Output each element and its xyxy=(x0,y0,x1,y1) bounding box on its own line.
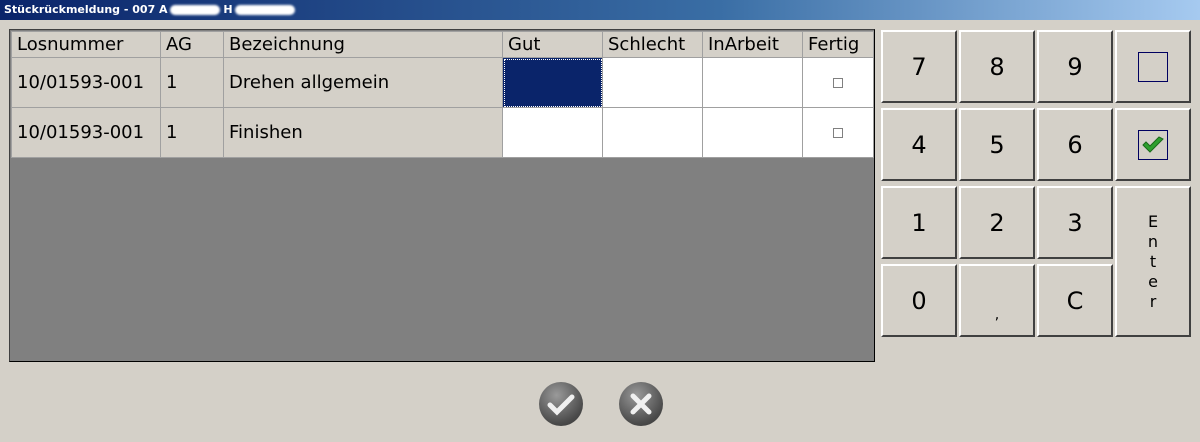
data-grid[interactable]: Losnummer AG Bezeichnung Gut Schlecht In… xyxy=(9,29,875,362)
col-losnummer[interactable]: Losnummer xyxy=(11,31,161,58)
key-1[interactable]: 1 xyxy=(881,186,957,259)
key-5[interactable]: 5 xyxy=(959,108,1035,181)
enter-letter: t xyxy=(1149,251,1157,271)
fertig-checkbox[interactable] xyxy=(833,78,843,88)
key-3[interactable]: 3 xyxy=(1037,186,1113,259)
header-row: Losnummer AG Bezeichnung Gut Schlecht In… xyxy=(11,31,874,58)
key-2[interactable]: 2 xyxy=(959,186,1035,259)
uncheck-button[interactable] xyxy=(1115,30,1191,103)
col-bezeichnung[interactable]: Bezeichnung xyxy=(223,31,503,58)
title-bar: Stückrückmeldung - 007 A H xyxy=(0,0,1200,20)
fertig-checkbox[interactable] xyxy=(833,128,843,138)
losnummer-cell[interactable]: 10/01593-001 xyxy=(11,107,161,158)
col-gut[interactable]: Gut xyxy=(502,31,603,58)
key-clear[interactable]: C xyxy=(1037,264,1113,337)
gut-cell[interactable] xyxy=(502,107,603,158)
enter-button[interactable]: E n t e r xyxy=(1115,186,1191,337)
checkmark-icon xyxy=(547,394,575,416)
key-4[interactable]: 4 xyxy=(881,108,957,181)
key-7[interactable]: 7 xyxy=(881,30,957,103)
key-8[interactable]: 8 xyxy=(959,30,1035,103)
col-schlecht[interactable]: Schlecht xyxy=(602,31,703,58)
check-button[interactable] xyxy=(1115,108,1191,181)
key-comma[interactable]: , xyxy=(959,264,1035,337)
key-9[interactable]: 9 xyxy=(1037,30,1113,103)
close-icon xyxy=(630,393,652,415)
enter-letter: E xyxy=(1147,211,1159,231)
losnummer-cell[interactable]: 10/01593-001 xyxy=(11,57,161,108)
enter-letter: n xyxy=(1147,231,1159,251)
window-title: Stückrückmeldung - 007 A xyxy=(4,3,168,16)
key-0[interactable]: 0 xyxy=(881,264,957,337)
table-row[interactable]: 10/01593-001 1 Drehen allgemein xyxy=(11,57,874,108)
window-title-suffix: H xyxy=(223,3,233,16)
bezeichnung-cell[interactable]: Finishen xyxy=(223,107,503,158)
ok-button[interactable] xyxy=(539,382,583,426)
cancel-button[interactable] xyxy=(619,382,663,426)
redacted xyxy=(234,5,295,15)
col-ag[interactable]: AG xyxy=(160,31,224,58)
redacted xyxy=(169,5,220,15)
key-6[interactable]: 6 xyxy=(1037,108,1113,181)
schlecht-cell[interactable] xyxy=(602,57,703,108)
inarbeit-cell[interactable] xyxy=(702,107,803,158)
inarbeit-cell[interactable] xyxy=(702,57,803,108)
schlecht-cell[interactable] xyxy=(602,107,703,158)
ag-cell[interactable]: 1 xyxy=(160,107,224,158)
checkbox-checked-icon xyxy=(1138,129,1168,160)
enter-letter: e xyxy=(1148,271,1158,291)
enter-letter: r xyxy=(1149,291,1157,311)
table-row[interactable]: 10/01593-001 1 Finishen xyxy=(11,107,874,158)
gut-cell[interactable] xyxy=(502,57,603,108)
bezeichnung-cell[interactable]: Drehen allgemein xyxy=(223,57,503,108)
fertig-cell[interactable] xyxy=(802,57,874,108)
fertig-cell[interactable] xyxy=(802,107,874,158)
col-inarbeit[interactable]: InArbeit xyxy=(702,31,803,58)
empty-box-icon xyxy=(1138,51,1168,82)
col-fertig[interactable]: Fertig xyxy=(802,31,874,58)
ag-cell[interactable]: 1 xyxy=(160,57,224,108)
